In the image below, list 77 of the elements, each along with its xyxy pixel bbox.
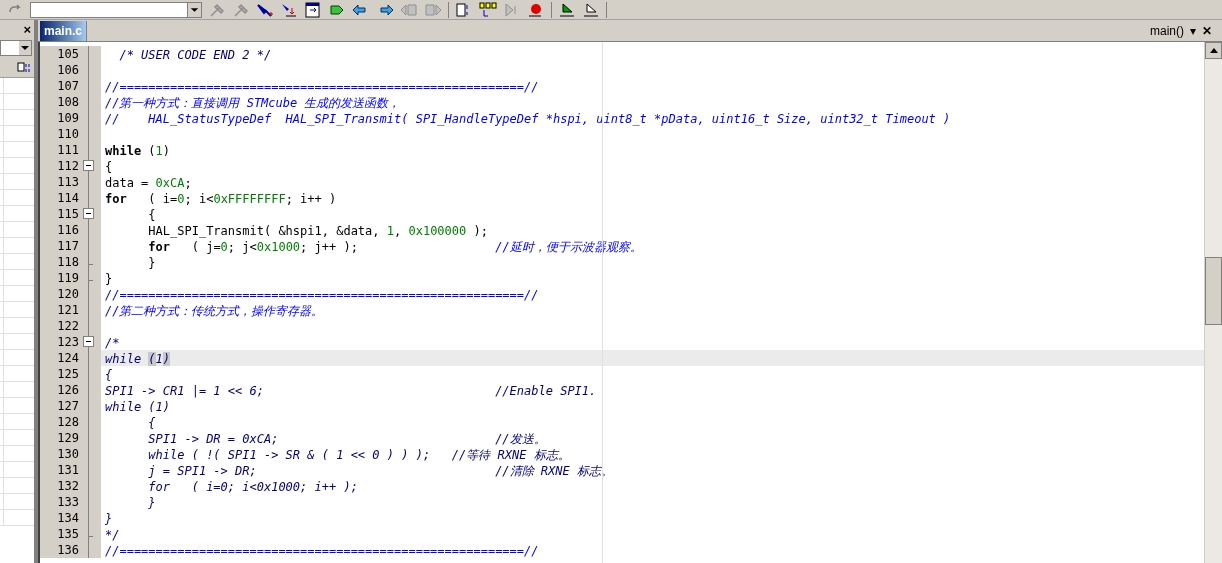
line-number: 125 [40, 366, 83, 382]
line-number: 114 [40, 190, 83, 206]
line-number: 121 [40, 302, 83, 318]
code-line: while (1) [105, 352, 171, 366]
code-line: for ( j=0; j<0x1000; j++ ); //延时，便于示波器观察。 [147, 240, 642, 254]
line-number: 130 [40, 446, 83, 462]
code-line: //========================================================// [105, 288, 539, 302]
line-number: 135 [40, 526, 83, 542]
line-number: 122 [40, 318, 83, 334]
code-line: //第二种方式：传统方式，操作寄存器。 [105, 304, 324, 318]
code-line: } [105, 272, 113, 286]
code-line: /* [105, 336, 120, 350]
code-line: { [147, 208, 156, 222]
line-number: 111 [40, 142, 83, 158]
dropdown-button[interactable]: ▾ [1190, 25, 1196, 37]
code-line: // HAL_StatusTypeDef HAL_SPI_Transmit( SPI_HandleTypeDef *hspi, uint8_t *pData, uint16_t Size, uint32_t Timeout ) [105, 112, 951, 126]
fold-toggle-icon[interactable] [83, 160, 94, 171]
function-selector[interactable]: main() [1150, 22, 1184, 40]
code-line: } [147, 256, 156, 270]
code-line: while (1) [105, 400, 171, 414]
line-number: 124 [40, 350, 83, 366]
close-button[interactable]: × [23, 22, 31, 36]
run-icon[interactable] [582, 1, 600, 18]
line-number: 132 [40, 478, 83, 494]
scroll-thumb[interactable] [1205, 257, 1222, 325]
line-number: 126 [40, 382, 83, 398]
line-number: 116 [40, 222, 83, 238]
code-line: //第一种方式：直接调用 STMcube 生成的发送函数， [105, 96, 401, 110]
line-number: 110 [40, 126, 83, 142]
line-number: 112 [40, 158, 83, 174]
code-line: { [105, 160, 113, 174]
code-line: { [105, 368, 113, 382]
run-icon[interactable] [558, 1, 576, 18]
code-line: SPI1 -> DR = 0xCA; //发送。 [147, 432, 546, 446]
scroll-up-icon[interactable] [1209, 48, 1218, 53]
code-line: while ( !( SPI1 -> SR & ( 1 << 0 ) ) ); //等待 RXNE 标志。 [147, 448, 570, 462]
line-number: 136 [40, 542, 83, 558]
code-line: for ( i=0; i<0xFFFFFFFF; i++ ) [105, 192, 337, 206]
line-number: 123 [40, 334, 83, 350]
line-number: 108 [40, 94, 83, 110]
line-number: 128 [40, 414, 83, 430]
code-line: SPI1 -> CR1 |= 1 << 6; //Enable SPI1. [105, 384, 597, 398]
caret-icon [19, 41, 31, 55]
line-number: 131 [40, 462, 83, 478]
line-number: 113 [40, 174, 83, 190]
code-line: data = 0xCA; [105, 176, 192, 190]
code-line: //========================================================// [105, 544, 539, 558]
line-number: 115 [40, 206, 83, 222]
code-line: } [105, 512, 113, 526]
code-line: { [147, 416, 156, 430]
code-line: //========================================================// [105, 80, 539, 94]
code-line: for ( i=0; i<0x1000; i++ ); [147, 480, 358, 494]
search-combo[interactable] [30, 1, 202, 18]
line-number: 105 [40, 46, 83, 62]
fold-toggle-icon[interactable] [83, 208, 94, 219]
line-number: 107 [40, 78, 83, 94]
code-line: HAL_SPI_Transmit( &hspi1, &data, 1, 0x100000 ); [147, 224, 488, 238]
line-number: 118 [40, 254, 83, 270]
line-number: 134 [40, 510, 83, 526]
line-number: 120 [40, 286, 83, 302]
line-number: 106 [40, 62, 83, 78]
line-number: 127 [40, 398, 83, 414]
line-number: 117 [40, 238, 83, 254]
file-tab[interactable]: main.c [40, 21, 87, 41]
code-line: */ [105, 528, 120, 542]
line-number: 109 [40, 110, 83, 126]
code-line: } [147, 496, 156, 510]
line-number: 129 [40, 430, 83, 446]
code-line: while (1) [105, 144, 171, 158]
document-icon[interactable] [304, 1, 322, 18]
line-number: 119 [40, 270, 83, 286]
line-number: 133 [40, 494, 83, 510]
dropdown-field[interactable] [0, 40, 32, 56]
code-line: /* USER CODE END 2 */ [118, 48, 272, 62]
fold-toggle-icon[interactable] [83, 336, 94, 347]
close-button[interactable]: ✕ [1202, 25, 1212, 37]
scrollbar[interactable] [1204, 42, 1222, 563]
